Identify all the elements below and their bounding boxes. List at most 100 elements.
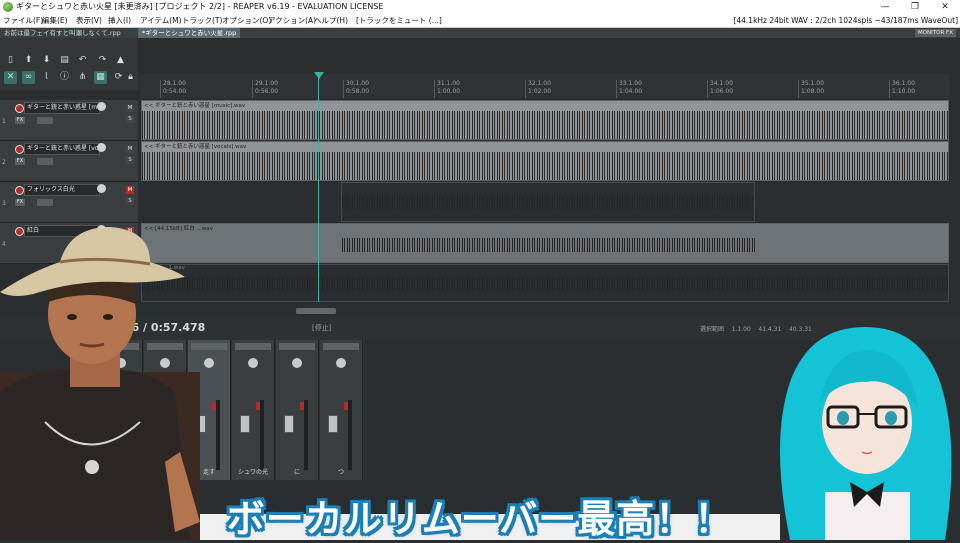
track-lane-2[interactable]: << ギターと銃と赤い惑星 [vocals].wav <box>141 141 949 181</box>
menu-insert[interactable]: 挿入(I) <box>108 14 131 27</box>
transport-state: [停止] <box>312 324 332 332</box>
video-caption: ボーカルリムーバー最高！！ <box>226 497 734 541</box>
project-tabbar: お前は最フェイ有すと叫瀬しなくて.rpp *ギターとシュワと赤い火星.rpp M… <box>0 28 960 38</box>
record-arm-button[interactable] <box>15 186 24 195</box>
main-toolbar: ▯ ⬆ ⬇ ▤ ↶ ↷ ▲ ✕ ∞ ⌇ ⓘ ⋔ ▦ ⟳ 🔒︎ <box>0 38 138 90</box>
mute-button[interactable]: M <box>126 186 134 194</box>
solo-button[interactable]: S <box>126 197 134 205</box>
menu-edit[interactable]: 編集(E) <box>42 14 68 27</box>
window-title: ギターとシュワと赤い火星 [未更済み] [プロジェクト 2/2] - REAPE… <box>16 2 384 11</box>
strip-label: つ <box>337 469 344 476</box>
mute-button[interactable]: M <box>126 145 134 153</box>
info-icon[interactable]: ⓘ <box>58 71 71 84</box>
track-name[interactable]: フォリックス白光 <box>24 184 100 196</box>
fx-button[interactable]: FX <box>15 158 25 165</box>
io-button[interactable] <box>37 158 53 165</box>
media-item-label: << ギターと銃と赤い惑星 [vocals].wav <box>144 144 247 150</box>
io-button[interactable] <box>37 199 53 206</box>
snap-icon[interactable]: ⋔ <box>76 71 89 84</box>
track-lane-1[interactable]: << ギターと銃と赤い惑星 [music].wav <box>141 100 949 140</box>
project-settings-icon[interactable]: ▤ <box>58 54 71 67</box>
ruler-tick: 33.1.00 1:04.00 <box>616 80 642 98</box>
mixer-strip[interactable]: に <box>276 340 319 480</box>
ruler-tick: 35.1.00 1:08.00 <box>798 80 824 98</box>
track-number: 2 <box>2 159 6 166</box>
level-meter <box>260 400 264 470</box>
io-button[interactable] <box>37 117 53 124</box>
track-panel-2[interactable]: 2 ギターと銃と赤い惑星 [vo FX M S <box>0 141 138 182</box>
pan-knob[interactable] <box>336 358 346 368</box>
ripple-edit-icon[interactable]: ✕ <box>4 71 17 84</box>
timeline-ruler[interactable]: 28.1.00 0:54.00 29.1.00 0:56.00 30.1.00 0:5… <box>140 74 950 98</box>
record-arm-button[interactable] <box>15 104 24 113</box>
maximize-button[interactable]: ❐ <box>900 0 930 14</box>
undo-icon[interactable]: ↶ <box>76 54 89 67</box>
mute-button[interactable]: M <box>126 104 134 112</box>
save-project-icon[interactable]: ⬇ <box>40 54 53 67</box>
ruler-tick: 32.1.00 1:02.00 <box>525 80 551 98</box>
monitor-fx-button[interactable]: MONITOR FX <box>914 29 956 37</box>
tab-project-2[interactable]: *ギターとシュワと赤い火星.rpp <box>138 28 241 38</box>
grid-icon[interactable]: ▦ <box>94 71 107 84</box>
menu-options[interactable]: オプション(O) <box>222 14 271 27</box>
fx-button[interactable]: FX <box>15 199 25 206</box>
track-panel-3[interactable]: 3 フォリックス白光 FX M S <box>0 182 138 223</box>
tab-project-1[interactable]: お前は最フェイ有すと叫瀬しなくて.rpp <box>0 28 125 38</box>
track-name[interactable]: ギターと銃と赤い惑星 [vo <box>24 143 100 155</box>
menu-actions[interactable]: アクション(A) <box>268 14 316 27</box>
strip-label: に <box>293 469 300 476</box>
menu-action-hint[interactable]: [トラックをミュート (...] <box>356 14 442 27</box>
menu-view[interactable]: 表示(V) <box>76 14 102 27</box>
menu-track[interactable]: トラック(T) <box>182 14 222 27</box>
media-item[interactable]: 4.... 4.... 1.wav <box>141 264 949 302</box>
media-item[interactable]: << [44.15kB] 紅白 ...wav <box>141 223 949 263</box>
close-button[interactable]: ✕ <box>930 0 960 14</box>
lock-icon[interactable]: 🔒︎ <box>124 71 137 84</box>
audio-status: [44.1kHz 24bit WAV : 2/2ch 1024spls ~43/… <box>733 16 958 25</box>
grouping-icon[interactable]: ∞ <box>22 71 35 84</box>
level-meter <box>348 400 352 470</box>
solo-button[interactable]: S <box>126 115 134 123</box>
ruler-tick: 30.1.00 0:58.00 <box>343 80 369 98</box>
volume-fader[interactable] <box>240 415 250 433</box>
track-lane-4[interactable]: << [44.15kB] 紅白 ...wav <box>141 223 949 263</box>
track-lane-5[interactable]: 4.... 4.... 1.wav <box>141 264 949 302</box>
volume-knob[interactable] <box>97 143 106 152</box>
volume-fader[interactable] <box>284 415 294 433</box>
playhead-marker-icon[interactable] <box>314 72 324 79</box>
track-panel-1[interactable]: 1 ギターと銃と赤い惑星 [mu FX M S <box>0 100 138 141</box>
pan-knob[interactable] <box>248 358 258 368</box>
fx-button[interactable]: FX <box>15 117 25 124</box>
open-project-icon[interactable]: ⬆ <box>22 54 35 67</box>
track-lane-3[interactable] <box>141 182 949 222</box>
media-item[interactable]: << ギターと銃と赤い惑星 [vocals].wav <box>141 141 949 181</box>
mixer-strip[interactable]: つ <box>320 340 363 480</box>
new-project-icon[interactable]: ▯ <box>4 54 17 67</box>
reaper-logo-icon <box>3 2 13 12</box>
mixer-strip[interactable]: シュワの光 <box>232 340 275 480</box>
waveform <box>142 152 948 166</box>
pan-knob[interactable] <box>292 358 302 368</box>
level-meter <box>304 400 308 470</box>
horizontal-scrollbar[interactable] <box>296 308 336 314</box>
crossfade-icon[interactable]: ⌇ <box>40 71 53 84</box>
track-name[interactable]: ギターと銃と赤い惑星 [mu <box>24 102 100 114</box>
solo-button[interactable]: S <box>126 156 134 164</box>
record-arm-button[interactable] <box>15 145 24 154</box>
media-item[interactable]: << ギターと銃と赤い惑星 [music].wav <box>141 100 949 140</box>
waveform <box>342 238 756 252</box>
waveform <box>142 277 948 291</box>
playhead-cursor[interactable] <box>318 74 319 302</box>
minimize-button[interactable]: — <box>870 0 900 14</box>
media-item[interactable] <box>341 182 755 222</box>
waveform <box>342 195 754 209</box>
menu-file[interactable]: ファイル(F) <box>3 14 43 27</box>
volume-knob[interactable] <box>97 184 106 193</box>
menu-item[interactable]: アイテム(M) <box>140 14 182 27</box>
volume-fader[interactable] <box>328 415 338 433</box>
volume-knob[interactable] <box>97 102 106 111</box>
ruler-tick: 28.1.00 0:54.00 <box>160 80 186 98</box>
menu-help[interactable]: ヘルプ(H) <box>314 14 348 27</box>
redo-icon[interactable]: ↷ <box>96 54 109 67</box>
metronome-icon[interactable]: ▲ <box>114 54 127 67</box>
